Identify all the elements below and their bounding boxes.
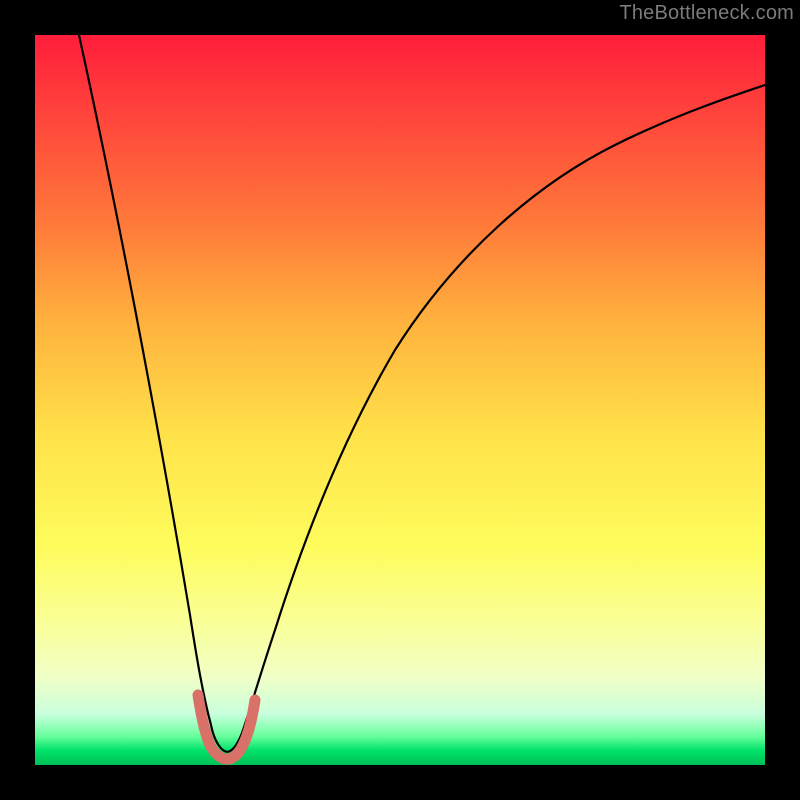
curve-layer [35, 35, 765, 765]
plot-area [35, 35, 765, 765]
bottleneck-curve [79, 35, 765, 752]
chart-frame: TheBottleneck.com [0, 0, 800, 800]
watermark-text: TheBottleneck.com [619, 2, 794, 25]
